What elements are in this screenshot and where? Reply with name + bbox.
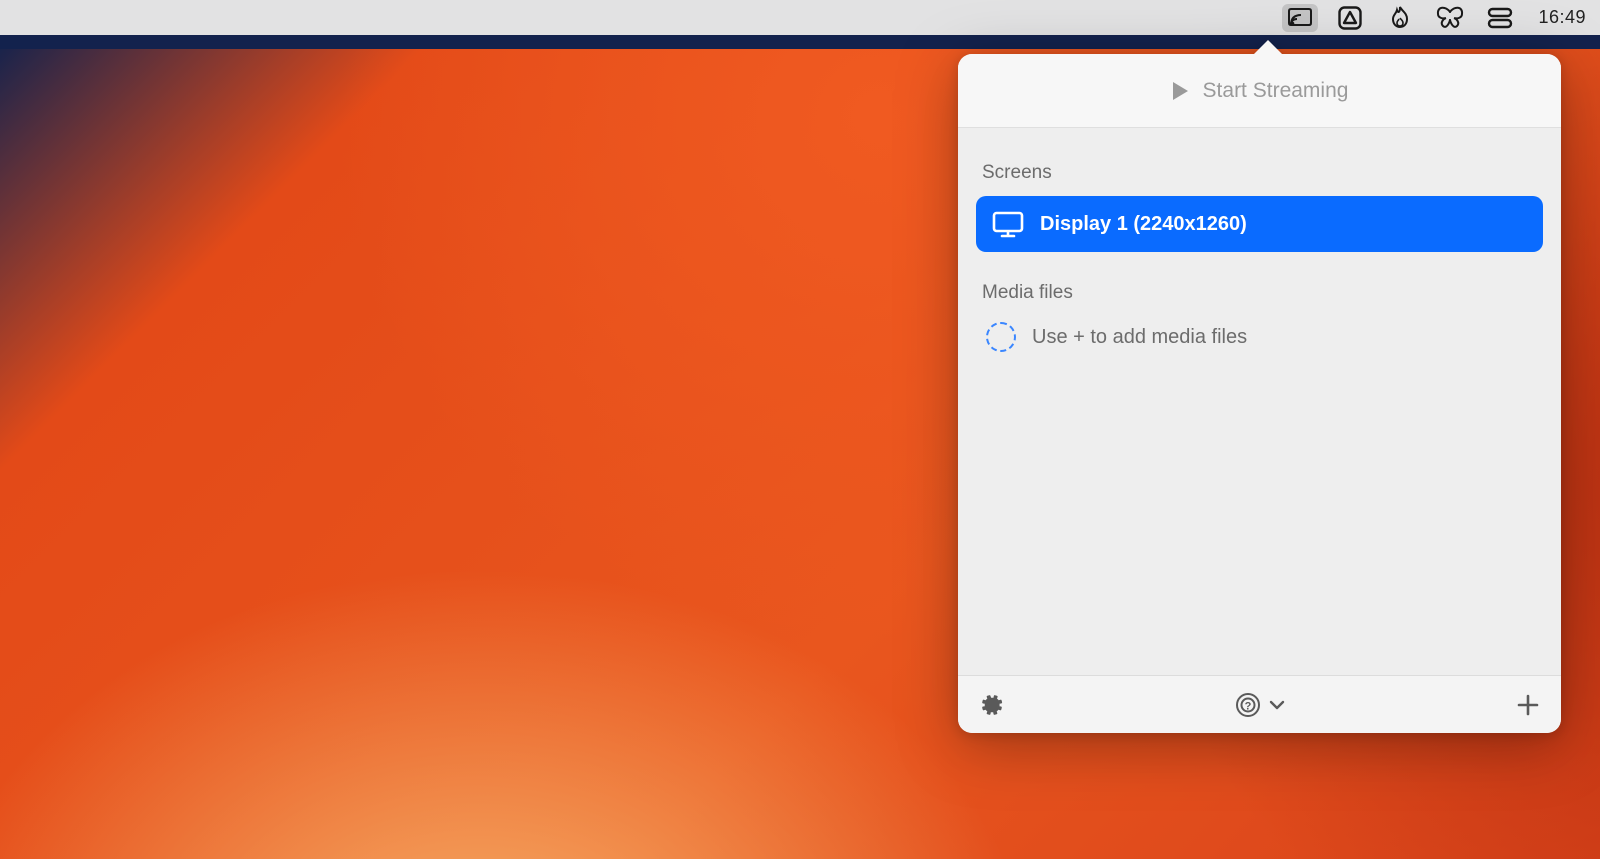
menubar-clock: 16:49	[1538, 7, 1586, 28]
triangle-app-icon[interactable]	[1332, 4, 1368, 32]
macos-menubar: 16:49	[0, 0, 1600, 35]
butterfly-icon[interactable]	[1432, 4, 1468, 32]
screens-section-label: Screens	[976, 148, 1543, 196]
desktop-dark-strip	[0, 35, 1600, 49]
svg-text:?: ?	[1244, 700, 1251, 712]
media-placeholder-text: Use + to add media files	[1032, 326, 1247, 349]
device-selector-button[interactable]: ?	[1235, 692, 1285, 718]
play-icon	[1171, 81, 1189, 101]
screen-item-display-1[interactable]: Display 1 (2240x1260)	[976, 196, 1543, 252]
chevron-down-icon	[1269, 699, 1285, 711]
settings-button[interactable]	[980, 693, 1004, 717]
monitor-icon	[992, 210, 1024, 238]
gear-icon	[980, 693, 1004, 717]
dashed-circle-icon	[986, 322, 1016, 352]
cast-target-icon: ?	[1235, 692, 1261, 718]
streaming-popover: Start Streaming Screens Display 1 (2240x…	[958, 54, 1561, 733]
popover-body-container: Start Streaming Screens Display 1 (2240x…	[958, 54, 1561, 733]
screen-item-label: Display 1 (2240x1260)	[1040, 213, 1247, 236]
add-media-button[interactable]	[1517, 694, 1539, 716]
media-files-section-label: Media files	[976, 252, 1543, 316]
flame-icon[interactable]	[1382, 4, 1418, 32]
start-streaming-button[interactable]: Start Streaming	[958, 54, 1561, 128]
plus-icon	[1517, 694, 1539, 716]
media-placeholder-row: Use + to add media files	[976, 316, 1543, 358]
cast-menu-icon[interactable]	[1282, 4, 1318, 32]
popover-arrow	[1253, 40, 1283, 55]
popover-footer: ?	[958, 675, 1561, 733]
stacked-bars-icon[interactable]	[1482, 4, 1518, 32]
start-streaming-label: Start Streaming	[1203, 79, 1349, 103]
